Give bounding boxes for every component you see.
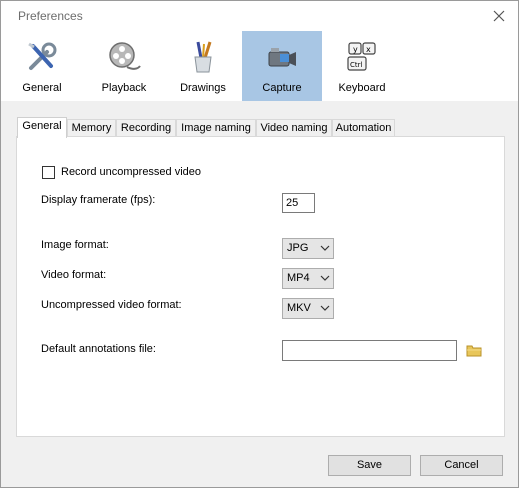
video-format-select[interactable]: MP4 — [282, 268, 334, 289]
framerate-input[interactable]: 25 — [282, 193, 315, 213]
image-format-value: JPG — [287, 242, 309, 254]
category-keyboard[interactable]: y x Ctrl Keyboard — [323, 31, 401, 101]
preferences-window: Preferences General Playback Drawings Ca… — [0, 0, 519, 488]
film-reel-icon — [109, 42, 141, 70]
svg-text:Ctrl: Ctrl — [350, 61, 363, 69]
cancel-button[interactable]: Cancel — [420, 455, 503, 476]
category-label: General — [22, 82, 62, 94]
category-toolbar: General Playback Drawings Capture y x Ct… — [1, 31, 518, 101]
chevron-down-icon — [320, 245, 330, 251]
svg-text:y: y — [353, 45, 358, 54]
window-title: Preferences — [18, 9, 83, 23]
tab-video-naming[interactable]: Video naming — [256, 119, 332, 137]
video-format-value: MP4 — [287, 272, 310, 284]
brushes-cup-icon — [194, 41, 212, 73]
camcorder-icon — [268, 48, 296, 67]
wrench-screwdriver-icon — [28, 42, 57, 70]
category-label: Keyboard — [338, 82, 386, 94]
close-icon — [493, 10, 505, 22]
tab-memory[interactable]: Memory — [67, 119, 116, 137]
image-format-label: Image format: — [41, 239, 109, 251]
uncompressed-format-select[interactable]: MKV — [282, 298, 334, 319]
category-general[interactable]: General — [3, 31, 81, 101]
tab-automation[interactable]: Automation — [332, 119, 395, 137]
tab-panel — [16, 136, 505, 437]
record-uncompressed-checkbox[interactable] — [42, 166, 55, 179]
chevron-down-icon — [320, 275, 330, 281]
category-playback[interactable]: Playback — [85, 31, 163, 101]
tab-recording[interactable]: Recording — [116, 119, 176, 137]
category-label: Playback — [101, 82, 147, 94]
record-uncompressed-label: Record uncompressed video — [61, 166, 202, 178]
framerate-label: Display framerate (fps): — [41, 194, 156, 206]
image-format-select[interactable]: JPG — [282, 238, 334, 259]
title-bar: Preferences — [1, 1, 518, 31]
tab-image-naming[interactable]: Image naming — [176, 119, 256, 137]
folder-icon[interactable] — [466, 343, 482, 357]
uncompressed-format-label: Uncompressed video format: — [41, 299, 182, 311]
save-button[interactable]: Save — [328, 455, 411, 476]
keyboard-keys-icon: y x Ctrl — [347, 42, 376, 71]
annotations-file-input[interactable] — [282, 340, 457, 361]
annotations-file-label: Default annotations file: — [41, 343, 156, 355]
category-label: Drawings — [180, 82, 226, 94]
uncompressed-format-value: MKV — [287, 302, 311, 314]
close-button[interactable] — [488, 5, 510, 27]
category-capture[interactable]: Capture — [242, 31, 322, 101]
tab-general[interactable]: General — [17, 117, 67, 138]
svg-text:x: x — [366, 45, 371, 54]
chevron-down-icon — [320, 305, 330, 311]
category-drawings[interactable]: Drawings — [164, 31, 242, 101]
video-format-label: Video format: — [41, 269, 107, 281]
category-label: Capture — [262, 82, 302, 94]
